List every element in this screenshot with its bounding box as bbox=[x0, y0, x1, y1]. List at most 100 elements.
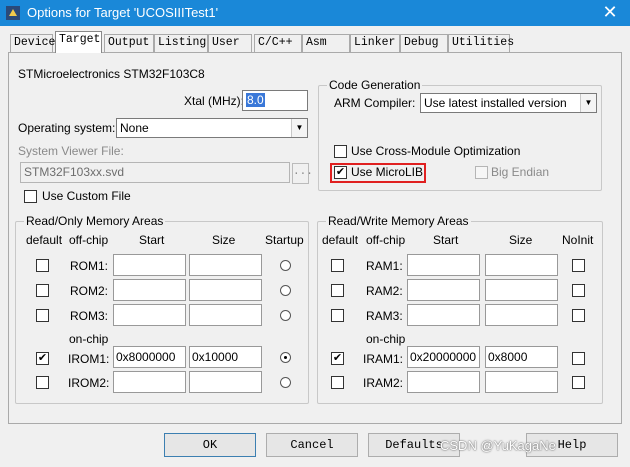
tab-output[interactable]: Output bbox=[104, 34, 154, 52]
irom2-start-input[interactable] bbox=[113, 371, 186, 393]
rom1-label: ROM1: bbox=[70, 259, 109, 273]
rom2-label: ROM2: bbox=[70, 284, 109, 298]
microlib-highlight bbox=[330, 163, 426, 183]
irom2-startup-radio[interactable] bbox=[280, 377, 291, 388]
tab-device[interactable]: Device bbox=[10, 34, 55, 52]
iram2-default-checkbox[interactable] bbox=[331, 376, 344, 389]
irom1-label: IROM1: bbox=[68, 352, 110, 366]
ram1-size-input[interactable] bbox=[485, 254, 558, 276]
rom2-start-input[interactable] bbox=[113, 279, 186, 301]
tab-debug[interactable]: Debug bbox=[400, 34, 448, 52]
rom1-startup-radio[interactable] bbox=[280, 260, 291, 271]
code-generation-title: Code Generation bbox=[327, 78, 423, 92]
cross-module-checkbox[interactable] bbox=[334, 145, 347, 158]
iram1-label: IRAM1: bbox=[363, 352, 404, 366]
rw-header-noinit: NoInit bbox=[562, 233, 594, 247]
title-bar: Options for Target 'UCOSIIITest1' ✕ bbox=[0, 0, 630, 26]
ro-onchip-label: on-chip bbox=[69, 332, 109, 346]
rom1-default-checkbox[interactable] bbox=[36, 259, 49, 272]
irom1-default-checkbox[interactable]: ✔ bbox=[36, 352, 49, 365]
irom2-size-input[interactable] bbox=[189, 371, 262, 393]
close-icon[interactable]: ✕ bbox=[598, 2, 622, 24]
tab-user[interactable]: User bbox=[208, 34, 252, 52]
rom1-start-input[interactable] bbox=[113, 254, 186, 276]
rom3-default-checkbox[interactable] bbox=[36, 309, 49, 322]
ram3-label: RAM3: bbox=[366, 309, 403, 323]
os-select[interactable]: None ▼ bbox=[116, 118, 308, 138]
window-title: Options for Target 'UCOSIIITest1' bbox=[27, 5, 219, 20]
iram1-size-input[interactable]: 0x8000 bbox=[485, 346, 558, 368]
irom2-default-checkbox[interactable] bbox=[36, 376, 49, 389]
ram2-size-input[interactable] bbox=[485, 279, 558, 301]
ram1-default-checkbox[interactable] bbox=[331, 259, 344, 272]
rom3-size-input[interactable] bbox=[189, 304, 262, 326]
chevron-down-icon: ▼ bbox=[291, 119, 307, 137]
iram1-default-checkbox[interactable]: ✔ bbox=[331, 352, 344, 365]
ram1-noinit-checkbox[interactable] bbox=[572, 259, 585, 272]
ram3-noinit-checkbox[interactable] bbox=[572, 309, 585, 322]
chevron-down-icon: ▼ bbox=[580, 94, 596, 112]
iram2-size-input[interactable] bbox=[485, 371, 558, 393]
rom3-label: ROM3: bbox=[70, 309, 109, 323]
rom3-startup-radio[interactable] bbox=[280, 310, 291, 321]
irom1-startup-radio[interactable] bbox=[280, 352, 291, 363]
os-label: Operating system: bbox=[18, 121, 116, 135]
iram2-start-input[interactable] bbox=[407, 371, 480, 393]
iram2-label: IRAM2: bbox=[363, 376, 404, 390]
rw-header-start: Start bbox=[433, 233, 459, 247]
rw-header-size: Size bbox=[509, 233, 533, 247]
tab-linker[interactable]: Linker bbox=[350, 34, 400, 52]
ro-header-size: Size bbox=[212, 233, 236, 247]
big-endian-label: Big Endian bbox=[491, 165, 550, 179]
device-name: STMicroelectronics STM32F103C8 bbox=[18, 67, 205, 81]
svd-label: System Viewer File: bbox=[18, 144, 124, 158]
tab-c-cpp[interactable]: C/C++ bbox=[254, 34, 302, 52]
iram1-noinit-checkbox[interactable] bbox=[572, 352, 585, 365]
ro-header-start: Start bbox=[139, 233, 165, 247]
arm-compiler-label: ARM Compiler: bbox=[334, 96, 416, 110]
cancel-button[interactable]: Cancel bbox=[266, 433, 358, 457]
ram3-start-input[interactable] bbox=[407, 304, 480, 326]
ro-memory-title: Read/Only Memory Areas bbox=[24, 214, 166, 228]
app-icon bbox=[6, 6, 20, 20]
watermark: CSDN @YuKagaNe bbox=[440, 438, 556, 453]
rw-header-default: default bbox=[322, 233, 359, 247]
xtal-label: Xtal (MHz): bbox=[184, 94, 244, 108]
rw-memory-title: Read/Write Memory Areas bbox=[326, 214, 471, 228]
rom2-size-input[interactable] bbox=[189, 279, 262, 301]
tab-asm[interactable]: Asm bbox=[302, 34, 350, 52]
ram3-default-checkbox[interactable] bbox=[331, 309, 344, 322]
rom2-startup-radio[interactable] bbox=[280, 285, 291, 296]
tab-listing[interactable]: Listing bbox=[154, 34, 208, 52]
big-endian-checkbox[interactable] bbox=[475, 166, 488, 179]
svd-input[interactable]: STM32F103xx.svd bbox=[20, 162, 290, 183]
ram2-start-input[interactable] bbox=[407, 279, 480, 301]
ro-header-offchip: off-chip bbox=[69, 233, 109, 247]
rw-onchip-label: on-chip bbox=[366, 332, 406, 346]
rom2-default-checkbox[interactable] bbox=[36, 284, 49, 297]
irom1-start-input[interactable]: 0x8000000 bbox=[113, 346, 186, 368]
ram2-label: RAM2: bbox=[366, 284, 403, 298]
ram2-default-checkbox[interactable] bbox=[331, 284, 344, 297]
xtal-input[interactable]: 8.0 bbox=[242, 90, 308, 111]
arm-compiler-select[interactable]: Use latest installed version ▼ bbox=[420, 93, 597, 113]
tab-target[interactable]: Target bbox=[55, 31, 102, 53]
ro-header-default: default bbox=[26, 233, 63, 247]
irom2-label: IROM2: bbox=[68, 376, 110, 390]
rom1-size-input[interactable] bbox=[189, 254, 262, 276]
ro-header-startup: Startup bbox=[265, 233, 304, 247]
tab-utilities[interactable]: Utilities bbox=[448, 34, 514, 52]
ok-button[interactable]: OK bbox=[164, 433, 256, 457]
ram3-size-input[interactable] bbox=[485, 304, 558, 326]
ram1-label: RAM1: bbox=[366, 259, 403, 273]
custom-file-label: Use Custom File bbox=[42, 189, 131, 203]
iram2-noinit-checkbox[interactable] bbox=[572, 376, 585, 389]
custom-file-checkbox[interactable] bbox=[24, 190, 37, 203]
cross-module-label: Use Cross-Module Optimization bbox=[351, 144, 521, 158]
ram1-start-input[interactable] bbox=[407, 254, 480, 276]
rom3-start-input[interactable] bbox=[113, 304, 186, 326]
iram1-start-input[interactable]: 0x20000000 bbox=[407, 346, 480, 368]
irom1-size-input[interactable]: 0x10000 bbox=[189, 346, 262, 368]
svd-browse-button[interactable]: ... bbox=[292, 163, 313, 184]
ram2-noinit-checkbox[interactable] bbox=[572, 284, 585, 297]
